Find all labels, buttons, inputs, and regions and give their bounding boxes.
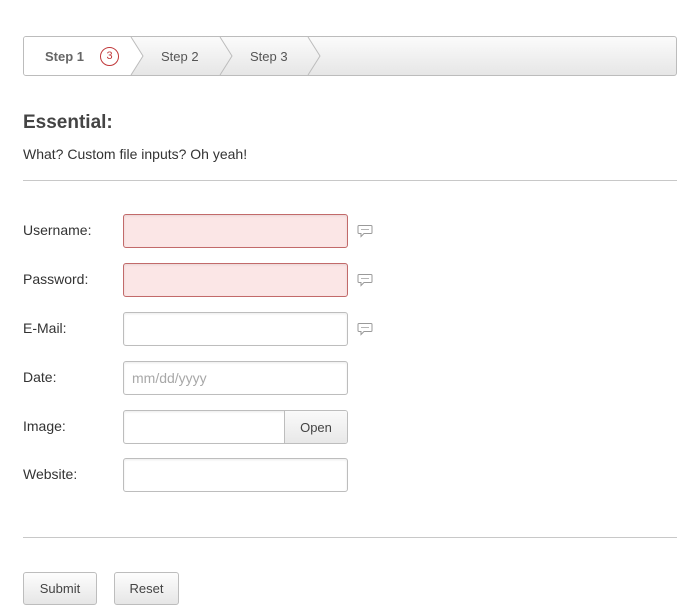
submit-button[interactable]: Submit <box>23 572 97 605</box>
step-3[interactable]: Step 3 <box>250 37 288 75</box>
step-2-separator <box>219 37 233 75</box>
wizard-step-bar: Step 1 3 Step 2 Step 3 <box>23 36 677 76</box>
speech-bubble-icon[interactable] <box>357 322 373 336</box>
step-2[interactable]: Step 2 <box>161 37 199 75</box>
date-row: Date: <box>23 361 383 395</box>
step-3-label: Step 3 <box>250 48 288 64</box>
speech-bubble-icon[interactable] <box>357 224 373 238</box>
section-title: Essential: <box>23 112 113 133</box>
step-2-label: Step 2 <box>161 48 199 64</box>
step-1-label: Step 1 <box>45 48 85 64</box>
email-row: E-Mail: <box>23 312 383 346</box>
username-field[interactable] <box>123 214 348 248</box>
image-label: Image: <box>23 418 66 434</box>
image-path-field[interactable] <box>124 411 285 443</box>
reset-button[interactable]: Reset <box>114 572 179 605</box>
image-file-input: Open <box>123 410 348 444</box>
website-field[interactable] <box>123 458 348 492</box>
bottom-divider <box>23 537 677 538</box>
email-field[interactable] <box>123 312 348 346</box>
website-row: Website: <box>23 458 383 492</box>
section-subtitle: What? Custom file inputs? Oh yeah! <box>23 146 248 162</box>
date-label: Date: <box>23 369 57 385</box>
password-field[interactable] <box>123 263 348 297</box>
speech-bubble-icon[interactable] <box>357 273 373 287</box>
step-3-separator <box>307 37 321 75</box>
open-button[interactable]: Open <box>284 411 347 443</box>
website-label: Website: <box>23 466 78 482</box>
email-label: E-Mail: <box>23 320 67 336</box>
image-row: Image: Open <box>23 410 383 444</box>
step-1-badge: 3 <box>100 46 120 66</box>
date-field[interactable] <box>123 361 348 395</box>
username-label: Username: <box>23 222 92 238</box>
password-row: Password: <box>23 263 383 297</box>
top-divider <box>23 180 677 181</box>
username-row: Username: <box>23 214 383 248</box>
step-1[interactable]: Step 1 3 <box>45 37 120 75</box>
step-separators <box>24 37 321 75</box>
password-label: Password: <box>23 271 89 287</box>
